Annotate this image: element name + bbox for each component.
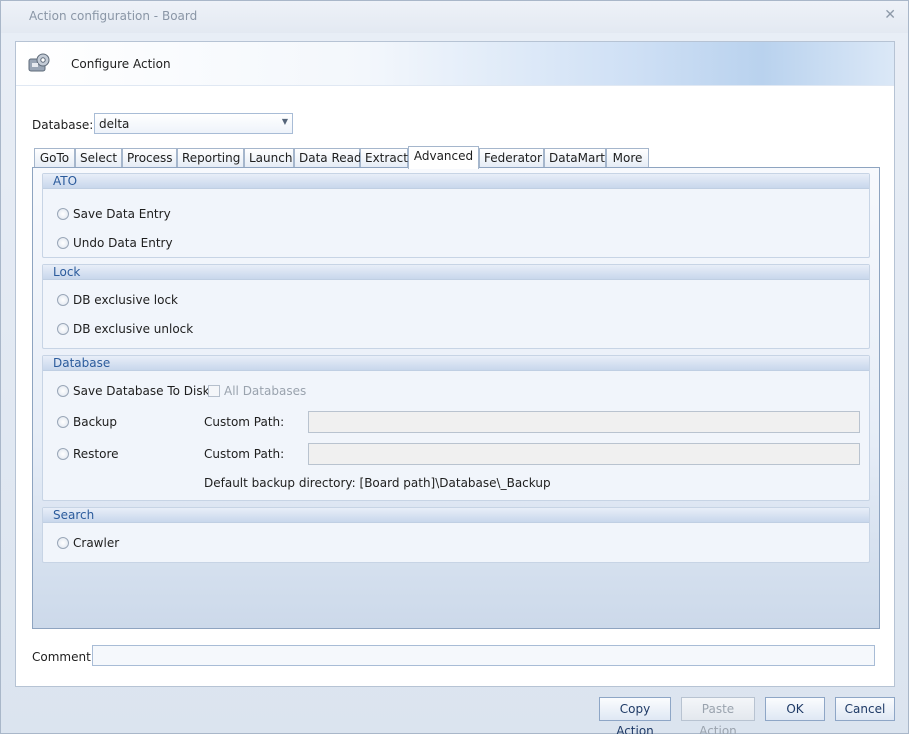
save-database-to-disk-option[interactable]: Save Database To Disk	[57, 384, 210, 398]
backup-option[interactable]: Backup	[57, 415, 117, 429]
content-area: Configure Action Database: delta ▼ GoTo …	[15, 41, 895, 687]
lock-group-title: Lock	[43, 265, 869, 280]
save-data-entry-radio[interactable]	[57, 208, 69, 220]
save-data-entry-label: Save Data Entry	[73, 207, 171, 221]
undo-data-entry-label: Undo Data Entry	[73, 236, 173, 250]
search-group: Search Crawler	[42, 507, 870, 563]
window-title: Action configuration - Board	[29, 9, 198, 23]
ato-group-title: ATO	[43, 174, 869, 189]
all-databases-checkbox[interactable]	[208, 385, 220, 397]
database-group: Database Save Database To Disk All Datab…	[42, 355, 870, 501]
advanced-tab-panel: ATO Save Data Entry Undo Data Entry Lock…	[32, 167, 880, 629]
tab-extract[interactable]: Extract	[360, 148, 408, 168]
gear-icon	[28, 53, 50, 72]
restore-custom-path-input[interactable]	[308, 443, 860, 465]
database-select[interactable]: delta ▼	[94, 113, 293, 134]
restore-radio[interactable]	[57, 448, 69, 460]
tab-data-read[interactable]: Data Read	[294, 148, 362, 168]
save-database-to-disk-label: Save Database To Disk	[73, 384, 210, 398]
crawler-label: Crawler	[73, 536, 120, 550]
close-icon[interactable]: ✕	[884, 7, 896, 23]
default-backup-directory-text: Default backup directory: [Board path]\D…	[204, 476, 551, 490]
database-group-title: Database	[43, 356, 869, 371]
backup-custom-path-input[interactable]	[308, 411, 860, 433]
tab-reporting[interactable]: Reporting	[177, 148, 244, 168]
database-select-value: delta	[99, 117, 130, 131]
copy-action-button[interactable]: Copy Action	[599, 697, 671, 734]
restore-label: Restore	[73, 447, 119, 461]
db-exclusive-unlock-label: DB exclusive unlock	[73, 322, 194, 336]
tab-select[interactable]: Select	[75, 148, 122, 168]
backup-label: Backup	[73, 415, 117, 429]
db-exclusive-unlock-radio[interactable]	[57, 323, 69, 335]
ato-group: ATO Save Data Entry Undo Data Entry	[42, 173, 870, 258]
db-exclusive-lock-option[interactable]: DB exclusive lock	[57, 293, 178, 307]
comment-label: Comment:	[32, 650, 95, 664]
tab-process[interactable]: Process	[122, 148, 177, 168]
tab-federator[interactable]: Federator	[479, 148, 544, 168]
db-exclusive-lock-radio[interactable]	[57, 294, 69, 306]
save-database-to-disk-radio[interactable]	[57, 385, 69, 397]
header-band: Configure Action	[16, 42, 894, 86]
save-data-entry-option[interactable]: Save Data Entry	[57, 207, 171, 221]
db-exclusive-unlock-option[interactable]: DB exclusive unlock	[57, 322, 193, 336]
tab-datamart[interactable]: DataMart	[544, 148, 606, 168]
tab-advanced[interactable]: Advanced	[408, 146, 479, 169]
tab-launch[interactable]: Launch	[244, 148, 294, 168]
backup-radio[interactable]	[57, 416, 69, 428]
dialog-window: Action configuration - Board ✕ Configure…	[0, 0, 909, 734]
undo-data-entry-radio[interactable]	[57, 237, 69, 249]
restore-option[interactable]: Restore	[57, 447, 119, 461]
backup-custom-path-label: Custom Path:	[204, 415, 285, 429]
ok-button[interactable]: OK	[765, 697, 825, 721]
lock-group: Lock DB exclusive lock DB exclusive unlo…	[42, 264, 870, 349]
tab-goto[interactable]: GoTo	[34, 148, 75, 168]
crawler-option[interactable]: Crawler	[57, 536, 119, 550]
restore-custom-path-label: Custom Path:	[204, 447, 285, 461]
chevron-down-icon: ▼	[281, 117, 288, 126]
search-group-title: Search	[43, 508, 869, 523]
tab-more[interactable]: More	[606, 148, 649, 168]
paste-action-button[interactable]: Paste Action	[681, 697, 755, 734]
all-databases-label: All Databases	[224, 384, 307, 398]
cancel-button[interactable]: Cancel	[835, 697, 895, 721]
crawler-radio[interactable]	[57, 537, 69, 549]
header-title: Configure Action	[71, 57, 171, 71]
undo-data-entry-option[interactable]: Undo Data Entry	[57, 236, 173, 250]
db-exclusive-lock-label: DB exclusive lock	[73, 293, 178, 307]
all-databases-option[interactable]: All Databases	[208, 384, 306, 398]
title-bar: Action configuration - Board ✕	[1, 1, 908, 33]
comment-input[interactable]	[92, 645, 875, 666]
database-label: Database:	[32, 118, 94, 132]
